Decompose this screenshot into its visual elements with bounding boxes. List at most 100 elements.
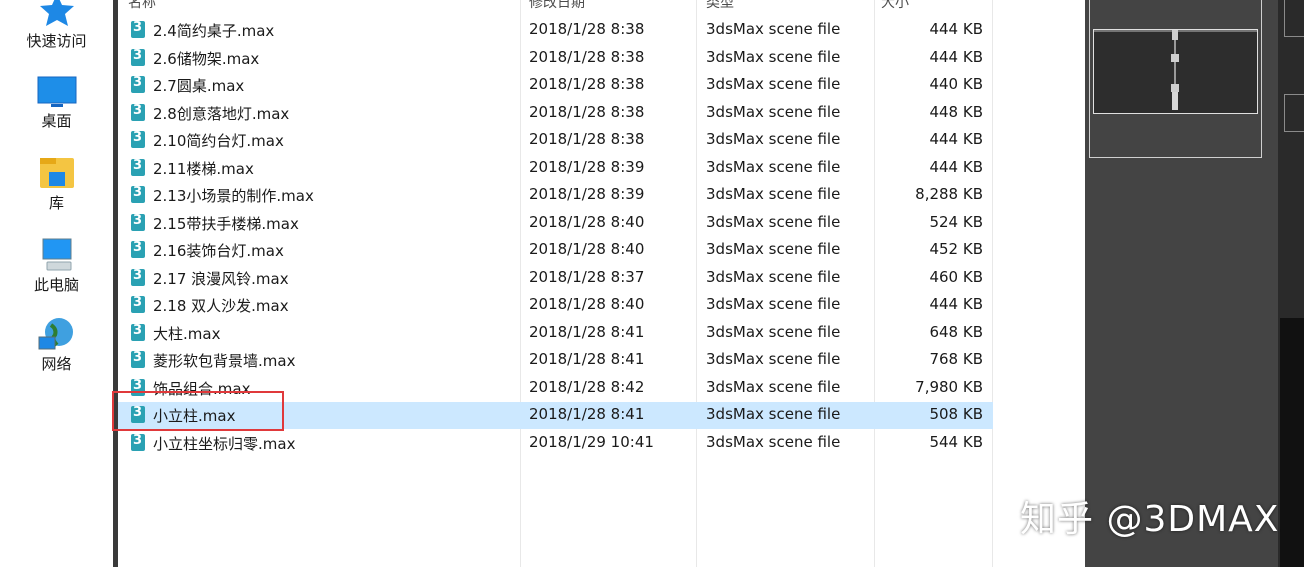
file-size: 8,288 KB [915, 185, 983, 203]
computer-icon [42, 238, 71, 271]
file-type: 3dsMax scene file [706, 377, 841, 396]
file-date: 2018/1/29 10:41 [529, 432, 654, 451]
column-header-row: 名称 修改日期 类型 大小 [118, 0, 1085, 12]
3dsmax-file-icon [131, 20, 145, 38]
3dsmax-file-icon [131, 240, 145, 258]
viewport-edge [1280, 318, 1304, 567]
file-type: 3dsMax scene file [706, 240, 841, 258]
file-type: 3dsMax scene file [706, 405, 841, 423]
file-name: 2.8创意落地灯.max [153, 104, 290, 123]
file-type: 3dsMax scene file [706, 267, 841, 286]
watermark-text: 知乎 @3DMAX [1020, 499, 1280, 540]
file-date: 2018/1/28 8:40 [529, 212, 645, 231]
file-size: 448 KB [929, 102, 983, 121]
3dsmax-file-icon [131, 268, 145, 286]
nav-item-this-pc[interactable]: 此电脑 [0, 238, 113, 295]
file-list: 名称 修改日期 类型 大小 2.4简约桌子.max 2018/1/28 8:38 3… [118, 0, 1085, 567]
file-name: 2.6储物架.max [153, 49, 260, 68]
3dsmax-file-icon [131, 185, 145, 203]
file-type: 3dsMax scene file [706, 20, 841, 38]
file-row[interactable]: 2.10简约台灯.max 2018/1/28 8:38 3dsMax scene f… [118, 127, 993, 154]
file-date: 2018/1/28 8:39 [529, 185, 645, 203]
file-name: 2.11楼梯.max [153, 159, 254, 178]
network-icon [38, 318, 73, 350]
file-row[interactable]: 2.15带扶手楼梯.max 2018/1/28 8:40 3dsMax scene … [118, 210, 993, 237]
file-date: 2018/1/28 8:41 [529, 405, 645, 423]
nav-item-network[interactable]: 网络 [0, 317, 113, 374]
3dsmax-file-icon [131, 48, 145, 66]
star-icon [39, 0, 74, 26]
file-row[interactable]: 2.18 双人沙发.max 2018/1/28 8:40 3dsMax scene … [118, 292, 993, 319]
3dsmax-file-icon [131, 350, 145, 368]
file-name: 2.7圆桌.max [153, 77, 245, 95]
file-date: 2018/1/28 8:41 [529, 350, 645, 368]
file-size: 768 KB [929, 350, 983, 368]
nav-label: 桌面 [41, 112, 72, 130]
file-date: 2018/1/28 8:42 [529, 377, 645, 396]
file-type: 3dsMax scene file [706, 75, 841, 93]
file-date: 2018/1/28 8:40 [529, 295, 645, 313]
nav-item-library[interactable]: 库 [0, 156, 113, 213]
navigation-pane: 快速访问 桌面 库 此电脑 网络 [0, 0, 113, 567]
file-row[interactable]: 2.7圆桌.max 2018/1/28 8:38 3dsMax scene file… [118, 72, 993, 99]
nav-label: 库 [48, 194, 64, 212]
column-header-size[interactable]: 大小 [881, 0, 909, 12]
file-row[interactable]: 2.6储物架.max 2018/1/28 8:38 3dsMax scene fil… [118, 45, 993, 72]
library-icon [39, 158, 74, 188]
file-type: 3dsMax scene file [706, 130, 841, 148]
nav-item-quick-access[interactable]: 快速访问 [0, 0, 113, 51]
file-row[interactable]: 2.8创意落地灯.max 2018/1/28 8:38 3dsMax scene f… [118, 100, 993, 127]
file-size: 444 KB [929, 157, 983, 176]
file-row[interactable]: 2.13小场景的制作.max 2018/1/28 8:39 3dsMax scene… [118, 182, 993, 209]
column-header-name[interactable]: 名称 [128, 0, 156, 12]
file-name: 大柱.max [153, 324, 221, 343]
file-name: 2.4简约桌子.max [153, 22, 275, 40]
file-name: 2.10简约台灯.max [153, 132, 284, 150]
file-size: 544 KB [929, 432, 983, 451]
file-type: 3dsMax scene file [706, 322, 841, 341]
column-header-type[interactable]: 类型 [706, 0, 734, 12]
file-date: 2018/1/28 8:40 [529, 240, 645, 258]
toolbar-bracket [1284, 0, 1304, 37]
file-type: 3dsMax scene file [706, 350, 841, 368]
file-type: 3dsMax scene file [706, 102, 841, 121]
file-row[interactable]: 2.4简约桌子.max 2018/1/28 8:38 3dsMax scene fi… [118, 17, 993, 44]
file-date: 2018/1/28 8:41 [529, 322, 645, 341]
3dsmax-file-icon [131, 103, 145, 121]
file-type: 3dsMax scene file [706, 47, 841, 66]
file-name: 2.15带扶手楼梯.max [153, 214, 299, 233]
file-row[interactable]: 小立柱坐标归零.max 2018/1/29 10:41 3dsMax scene f… [118, 430, 993, 457]
3dsmax-file-icon [131, 433, 145, 451]
file-date: 2018/1/28 8:38 [529, 20, 645, 38]
file-type: 3dsMax scene file [706, 295, 841, 313]
file-name: 2.16装饰台灯.max [153, 242, 284, 260]
file-name: 小立柱坐标归零.max [153, 434, 296, 453]
file-size: 440 KB [929, 75, 983, 93]
file-type: 3dsMax scene file [706, 212, 841, 231]
file-type: 3dsMax scene file [706, 157, 841, 176]
file-type: 3dsMax scene file [706, 185, 841, 203]
file-row[interactable]: 大柱.max 2018/1/28 8:41 3dsMax scene file 648… [118, 320, 993, 347]
file-size: 444 KB [929, 130, 983, 148]
file-name: 2.17 浪漫风铃.max [153, 269, 289, 288]
file-row[interactable]: 2.16装饰台灯.max 2018/1/28 8:40 3dsMax scene f… [118, 237, 993, 264]
3dsmax-file-icon [131, 75, 145, 93]
column-header-date[interactable]: 修改日期 [529, 0, 585, 12]
preview-thumbnail [1093, 29, 1258, 114]
file-row[interactable]: 菱形软包背景墙.max 2018/1/28 8:41 3dsMax scene fi… [118, 347, 993, 374]
nav-item-desktop[interactable]: 桌面 [0, 76, 113, 131]
file-size: 7,980 KB [915, 377, 983, 396]
file-size: 444 KB [929, 20, 983, 38]
3dsmax-file-icon [131, 158, 145, 176]
file-size: 524 KB [929, 212, 983, 231]
file-size: 444 KB [929, 47, 983, 66]
nav-label: 网络 [41, 355, 72, 373]
file-date: 2018/1/28 8:39 [529, 157, 645, 176]
file-size: 508 KB [929, 405, 983, 423]
file-row[interactable]: 2.17 浪漫风铃.max 2018/1/28 8:37 3dsMax scene … [118, 265, 993, 292]
file-type: 3dsMax scene file [706, 432, 841, 451]
file-size: 452 KB [929, 240, 983, 258]
file-date: 2018/1/28 8:38 [529, 47, 645, 66]
file-row[interactable]: 2.11楼梯.max 2018/1/28 8:39 3dsMax scene fil… [118, 155, 993, 182]
file-name: 菱形软包背景墙.max [153, 352, 296, 370]
